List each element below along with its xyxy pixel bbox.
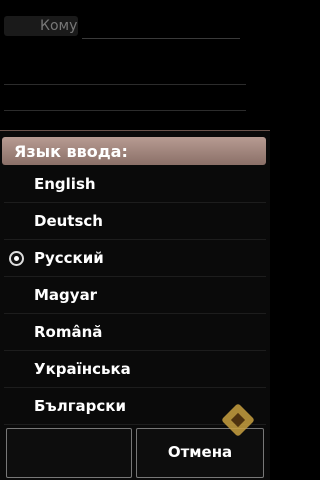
to-label: Кому (40, 18, 78, 34)
body-divider (4, 84, 246, 85)
language-item-english[interactable]: English (4, 166, 266, 203)
body-divider (4, 110, 246, 111)
language-label: English (34, 175, 96, 193)
language-item-deutsch[interactable]: Deutsch (4, 203, 266, 240)
language-label: Български (34, 397, 126, 415)
cancel-label: Отмена (167, 443, 233, 461)
language-item-romana[interactable]: Română (4, 314, 266, 351)
language-label: Română (34, 323, 103, 341)
language-label: Русский (34, 249, 104, 267)
cancel-button[interactable]: Отмена (136, 428, 264, 478)
dialog-title: Язык ввода: (14, 142, 128, 161)
language-label: Deutsch (34, 212, 103, 230)
language-item-ukrainian[interactable]: Українська (4, 351, 266, 388)
dialog-header: Язык ввода: (2, 137, 266, 165)
language-label: Magyar (34, 286, 98, 304)
language-label: Українська (34, 360, 131, 378)
softkey-bar: Отмена (0, 428, 270, 480)
radio-selected-icon (9, 251, 24, 266)
to-input-line[interactable] (82, 38, 240, 39)
language-item-magyar[interactable]: Magyar (4, 277, 266, 314)
left-softkey-button[interactable] (6, 428, 132, 478)
language-item-russian[interactable]: Русский (4, 240, 266, 277)
